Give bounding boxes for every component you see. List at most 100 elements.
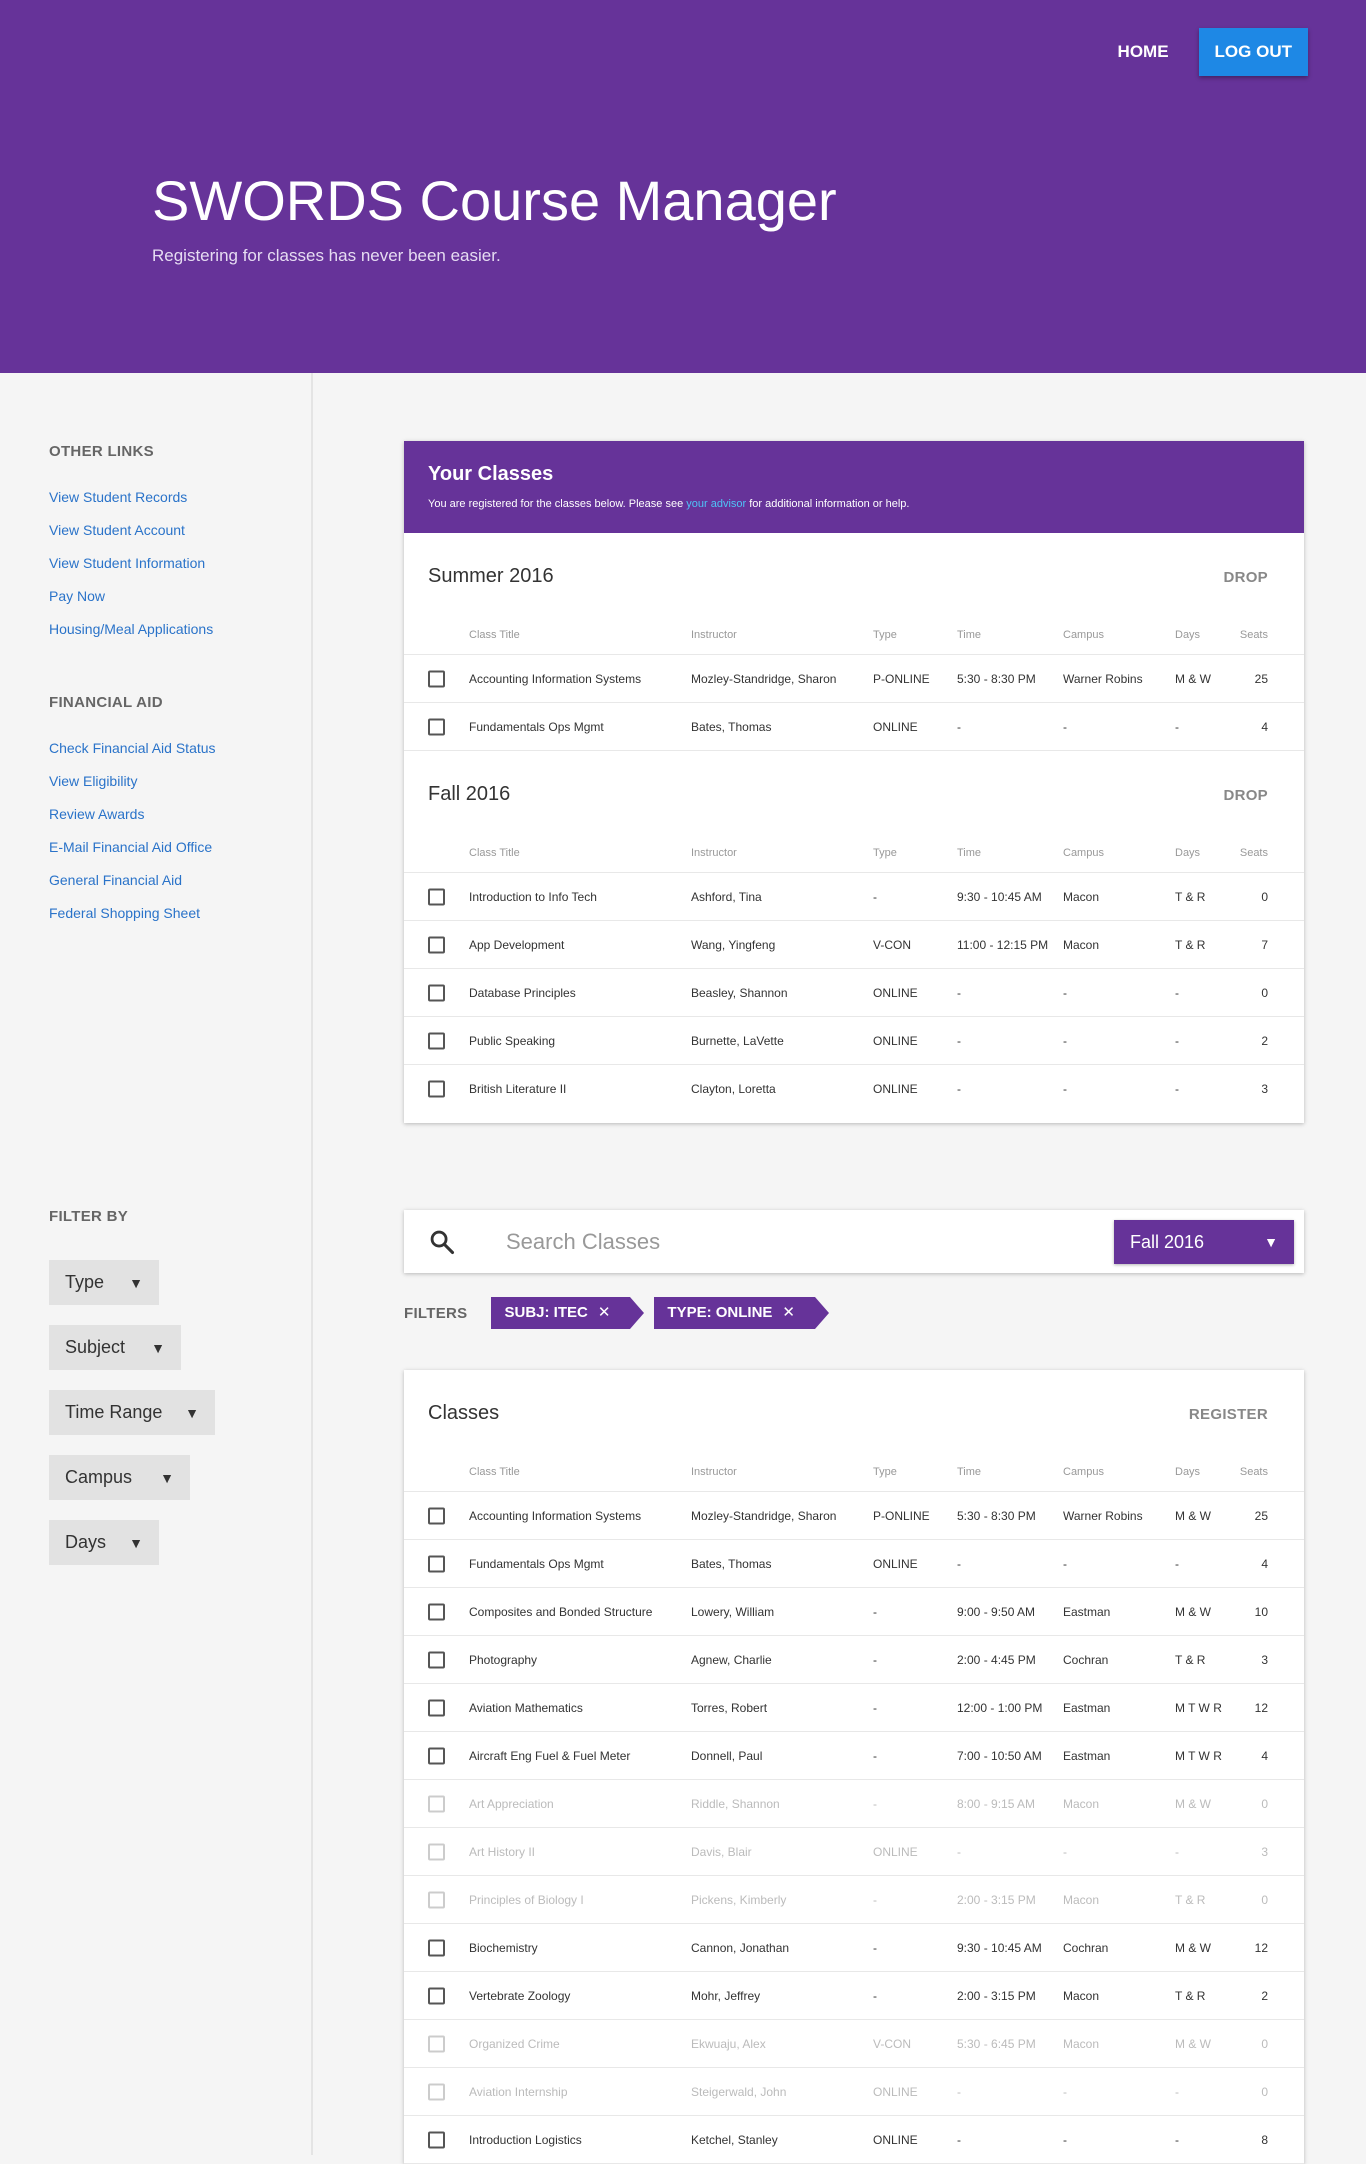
- your-classes-description: You are registered for the classes below…: [428, 498, 1280, 510]
- search-icon[interactable]: [428, 1228, 456, 1256]
- cell-time: 2:00 - 3:15 PM: [957, 1892, 1036, 1907]
- term-select[interactable]: Fall 2016 ▼: [1114, 1220, 1294, 1264]
- table-row: Aviation Internship Steigerwald, John ONLI…: [404, 2068, 1304, 2116]
- cell-class-title: Introduction to Info Tech: [469, 889, 597, 904]
- row-checkbox: [428, 2035, 445, 2052]
- sidebar-link-eligibility[interactable]: View Eligibility: [49, 773, 216, 806]
- cell-seats: 0: [1261, 889, 1268, 904]
- cell-campus: Macon: [1063, 1892, 1100, 1907]
- cell-days: T & R: [1175, 1988, 1206, 2003]
- filter-chip-subject[interactable]: SUBJ: ITEC ✕: [491, 1297, 645, 1329]
- sidebar-link-review-awards[interactable]: Review Awards: [49, 806, 216, 839]
- filter-time-range-dropdown[interactable]: Time Range ▼: [49, 1390, 215, 1435]
- row-checkbox[interactable]: [428, 936, 445, 953]
- cell-time: -: [957, 1844, 961, 1859]
- your-classes-title: Your Classes: [428, 463, 554, 485]
- cell-campus: -: [1063, 2084, 1067, 2099]
- row-checkbox[interactable]: [428, 984, 445, 1001]
- row-checkbox[interactable]: [428, 1651, 445, 1668]
- row-checkbox[interactable]: [428, 1939, 445, 1956]
- cell-time: 5:30 - 8:30 PM: [957, 671, 1036, 686]
- row-checkbox[interactable]: [428, 1555, 445, 1572]
- column-header-type: Type: [873, 629, 897, 641]
- sidebar-link-pay-now[interactable]: Pay Now: [49, 588, 213, 621]
- cell-campus: Cochran: [1063, 1940, 1109, 1955]
- filter-by-heading: FILTER BY: [49, 1208, 129, 1225]
- drop-button[interactable]: DROP: [1223, 569, 1268, 586]
- drop-button[interactable]: DROP: [1223, 787, 1268, 804]
- column-header-instructor: Instructor: [691, 847, 737, 859]
- sidebar-link-student-account[interactable]: View Student Account: [49, 522, 213, 555]
- cell-seats: 0: [1261, 1892, 1268, 1907]
- table-row: Fundamentals Ops Mgmt Bates, Thomas ONLINE…: [404, 1540, 1304, 1588]
- table-row: Vertebrate Zoology Mohr, Jeffrey - 2:00 - 3…: [404, 1972, 1304, 2020]
- classes-table: Class Title Instructor Type Time Campus Days S…: [404, 1448, 1304, 2164]
- sidebar-link-housing-meal[interactable]: Housing/Meal Applications: [49, 621, 213, 654]
- cell-instructor: Ashford, Tina: [691, 889, 762, 904]
- cell-time: -: [957, 1556, 961, 1571]
- column-header-instructor: Instructor: [691, 1466, 737, 1478]
- sidebar-link-aid-status[interactable]: Check Financial Aid Status: [49, 740, 216, 773]
- page-header: HOME LOG OUT SWORDS Course Manager Regis…: [0, 0, 1366, 373]
- close-icon[interactable]: ✕: [782, 1304, 795, 1321]
- cell-class-title: Aircraft Eng Fuel & Fuel Meter: [469, 1748, 631, 1763]
- logout-button[interactable]: LOG OUT: [1198, 28, 1308, 76]
- term-title: Fall 2016: [428, 783, 511, 805]
- table-row: British Literature II Clayton, Loretta ONL…: [404, 1065, 1304, 1113]
- table-row: Aircraft Eng Fuel & Fuel Meter Donnell, P…: [404, 1732, 1304, 1780]
- cell-time: -: [957, 985, 961, 1000]
- cell-instructor: Wang, Yingfeng: [691, 937, 776, 952]
- cell-type: ONLINE: [873, 2132, 918, 2147]
- cell-campus: Macon: [1063, 937, 1100, 952]
- cell-campus: Eastman: [1063, 1700, 1111, 1715]
- cell-days: -: [1175, 719, 1179, 734]
- cell-time: 2:00 - 3:15 PM: [957, 1988, 1036, 2003]
- close-icon[interactable]: ✕: [598, 1304, 611, 1321]
- row-checkbox[interactable]: [428, 888, 445, 905]
- top-nav: HOME LOG OUT: [1108, 28, 1308, 76]
- sidebar-link-general-aid[interactable]: General Financial Aid: [49, 872, 216, 905]
- advisor-link[interactable]: your advisor: [686, 498, 746, 510]
- filter-days-dropdown[interactable]: Days ▼: [49, 1520, 159, 1565]
- sidebar-link-shopping-sheet[interactable]: Federal Shopping Sheet: [49, 905, 216, 938]
- filter-chip-type[interactable]: TYPE: ONLINE ✕: [654, 1297, 829, 1329]
- term-title-row: Summer 2016 DROP: [404, 533, 1304, 611]
- filter-campus-dropdown[interactable]: Campus ▼: [49, 1455, 190, 1500]
- row-checkbox[interactable]: [428, 1032, 445, 1049]
- column-header-class-title: Class Title: [469, 847, 520, 859]
- cell-time: 11:00 - 12:15 PM: [957, 937, 1049, 952]
- row-checkbox[interactable]: [428, 1699, 445, 1716]
- filter-type-dropdown[interactable]: Type ▼: [49, 1260, 159, 1305]
- row-checkbox[interactable]: [428, 1507, 445, 1524]
- cell-class-title: Fundamentals Ops Mgmt: [469, 719, 604, 734]
- cell-class-title: Aviation Mathematics: [469, 1700, 583, 1715]
- cell-class-title: App Development: [469, 937, 565, 952]
- row-checkbox[interactable]: [428, 1987, 445, 2004]
- cell-instructor: Riddle, Shannon: [691, 1796, 780, 1811]
- cell-seats: 2: [1261, 1988, 1268, 2003]
- row-checkbox[interactable]: [428, 1080, 445, 1098]
- cell-type: -: [873, 1700, 877, 1715]
- cell-days: M & W: [1175, 1940, 1211, 1955]
- cell-instructor: Ekwuaju, Alex: [691, 2036, 766, 2051]
- register-button[interactable]: REGISTER: [1189, 1406, 1268, 1423]
- home-link[interactable]: HOME: [1108, 30, 1179, 74]
- sidebar-link-email-aid-office[interactable]: E-Mail Financial Aid Office: [49, 839, 216, 872]
- filter-subject-dropdown[interactable]: Subject ▼: [49, 1325, 181, 1370]
- row-checkbox[interactable]: [428, 670, 445, 687]
- row-checkbox[interactable]: [428, 1747, 445, 1764]
- cell-seats: 2: [1261, 1033, 1268, 1048]
- sidebar-link-student-information[interactable]: View Student Information: [49, 555, 213, 588]
- cell-instructor: Mozley-Standridge, Sharon: [691, 671, 837, 686]
- cell-seats: 12: [1254, 1700, 1268, 1715]
- cell-instructor: Donnell, Paul: [691, 1748, 763, 1763]
- cell-seats: 3: [1261, 1652, 1268, 1667]
- row-checkbox[interactable]: [428, 1603, 445, 1620]
- row-checkbox[interactable]: [428, 2131, 445, 2148]
- sidebar-link-student-records[interactable]: View Student Records: [49, 489, 213, 522]
- table-row: Art History II Davis, Blair ONLINE - - - 3: [404, 1828, 1304, 1876]
- row-checkbox[interactable]: [428, 718, 445, 735]
- search-input[interactable]: [506, 1226, 1006, 1258]
- cell-campus: -: [1063, 1033, 1067, 1048]
- dropdown-arrow-icon: ▼: [129, 1534, 143, 1551]
